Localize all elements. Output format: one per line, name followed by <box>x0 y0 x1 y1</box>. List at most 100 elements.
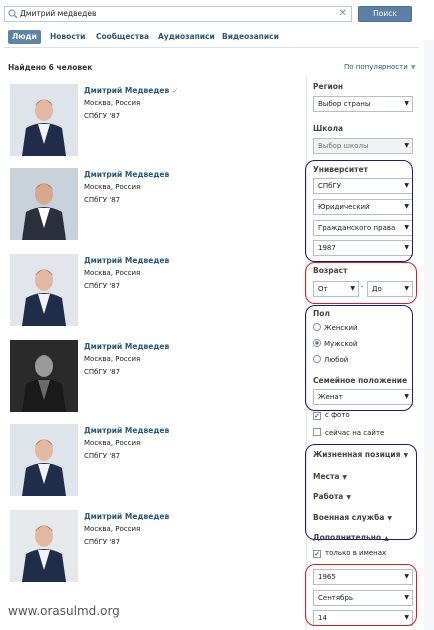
result-city: Москва, Россия <box>84 525 141 533</box>
age-from-select[interactable]: От ▼ <box>313 281 359 297</box>
radio-selected-icon <box>313 339 321 347</box>
triangle-down-icon: ▼ <box>387 515 393 522</box>
result-city: Москва, Россия <box>84 439 141 447</box>
result-university: СПбГУ '87 <box>84 538 121 546</box>
profile-photo[interactable] <box>10 168 78 240</box>
result-name: Дмитрий Медведев <box>84 86 170 95</box>
graduation-year-select[interactable]: 1987 ▼ <box>313 240 413 256</box>
chevron-down-icon: ▼ <box>404 614 409 621</box>
chair-select[interactable]: Гражданского права ▼ <box>313 220 413 236</box>
work-toggle[interactable]: Работа ▼ <box>313 492 351 501</box>
names-only-checkbox[interactable]: ✓ только в именах <box>313 549 386 558</box>
result-item[interactable]: Дмитрий Медведев Москва, Россия СПбГУ '87 <box>10 510 300 582</box>
result-name: Дмитрий Медведев <box>84 256 170 265</box>
faculty-value: Юридический <box>318 203 370 211</box>
sex-radio-male[interactable]: Мужской <box>313 339 357 348</box>
page-edge <box>424 40 434 630</box>
search-input[interactable]: Дмитрий медведев ✕ <box>4 6 352 22</box>
chevron-down-icon: ▼ <box>404 393 409 400</box>
birth-year-select[interactable]: 1965 ▼ <box>313 569 413 585</box>
radio-icon <box>313 323 321 331</box>
region-value: Выбор страны <box>318 100 371 108</box>
result-item[interactable]: Дмитрий Медведев Москва, Россия СПбГУ '87 <box>10 424 300 496</box>
chevron-down-icon: ▼ <box>404 285 409 292</box>
online-now-checkbox[interactable]: сейчас на сайте <box>313 428 384 437</box>
marital-label: Семейное положение <box>313 376 408 385</box>
result-name: Дмитрий Медведев <box>84 426 170 435</box>
expand-label: Места <box>313 472 340 481</box>
age-dash: - <box>361 283 364 291</box>
tab-video[interactable]: Видеозаписи <box>222 30 279 44</box>
sex-radio-any[interactable]: Любой <box>313 355 348 364</box>
military-toggle[interactable]: Военная служба ▼ <box>313 513 392 522</box>
radio-icon <box>313 355 321 363</box>
school-select[interactable]: Выбор школы ▼ <box>313 138 413 154</box>
checkbox-label: с фото <box>325 411 350 419</box>
result-item[interactable]: Дмитрий Медведев ✓ Москва, Россия СПбГУ '87 <box>10 84 300 156</box>
profile-photo[interactable] <box>10 254 78 326</box>
tab-news[interactable]: Новости <box>50 30 85 44</box>
result-university: СПбГУ '87 <box>84 112 121 120</box>
tab-people[interactable]: Люди <box>8 30 41 44</box>
result-name-link[interactable]: Дмитрий Медведев <box>84 426 169 435</box>
places-toggle[interactable]: Места ▼ <box>313 472 347 481</box>
faculty-select[interactable]: Юридический ▼ <box>313 199 413 215</box>
with-photo-checkbox[interactable]: ✓ с фото <box>313 411 350 420</box>
birth-day-value: 14 <box>318 614 327 622</box>
profile-photo[interactable] <box>10 510 78 582</box>
chevron-down-icon: ▼ <box>404 224 409 231</box>
checkbox-label: сейчас на сайте <box>325 429 385 437</box>
result-name: Дмитрий Медведев <box>84 512 170 521</box>
triangle-down-icon: ▼ <box>346 494 351 501</box>
profile-photo[interactable] <box>10 84 78 156</box>
age-to-value: До <box>372 285 382 293</box>
region-select[interactable]: Выбор страны ▼ <box>313 96 413 112</box>
result-city: Москва, Россия <box>84 183 141 191</box>
university-select[interactable]: СПбГУ ▼ <box>313 178 413 194</box>
result-item[interactable]: Дмитрий Медведев Москва, Россия СПбГУ '87 <box>10 340 300 412</box>
sex-label: Пол <box>313 309 330 318</box>
tab-communities[interactable]: Сообщества <box>96 30 149 44</box>
clear-search-icon[interactable]: ✕ <box>339 8 347 19</box>
result-university: СПбГУ '87 <box>84 282 121 290</box>
result-name: Дмитрий Медведев <box>84 170 170 179</box>
result-name-link[interactable]: Дмитрий Медведев <box>84 170 169 179</box>
result-university: СПбГУ '87 <box>84 368 121 376</box>
column-divider <box>306 76 307 630</box>
watermark: www.orasulmd.org <box>8 604 120 618</box>
checkbox-icon: ✓ <box>313 412 321 420</box>
profile-photo[interactable] <box>10 340 78 412</box>
chevron-down-icon: ▼ <box>404 203 409 210</box>
sort-label: По популярности <box>344 63 408 71</box>
result-item[interactable]: Дмитрий Медведев Москва, Россия СПбГУ '87 <box>10 168 300 240</box>
result-name-link[interactable]: Дмитрий Медведев <box>84 256 169 265</box>
checkbox-label: только в именах <box>325 549 387 557</box>
radio-label: Мужской <box>324 340 358 348</box>
triangle-up-icon: ▲ <box>384 535 389 542</box>
search-query: Дмитрий медведев <box>20 9 97 18</box>
search-icon <box>8 9 18 19</box>
birth-year-value: 1965 <box>318 573 336 581</box>
checkbox-icon: ✓ <box>313 550 321 558</box>
marital-select[interactable]: Женат ▼ <box>313 389 413 405</box>
checkbox-icon <box>313 428 321 436</box>
sort-dropdown[interactable]: По популярности ▼ <box>344 63 415 71</box>
sex-radio-female[interactable]: Женский <box>313 323 358 332</box>
result-name-link[interactable]: Дмитрий Медведев ✓ <box>84 86 179 95</box>
region-label: Регион <box>313 82 344 91</box>
result-name-link[interactable]: Дмитрий Медведев <box>84 342 169 351</box>
tab-audio[interactable]: Аудиозаписи <box>158 30 215 44</box>
search-button[interactable]: Поиск <box>358 6 412 22</box>
life-position-toggle[interactable]: Жизненная позиция ▼ <box>313 450 408 459</box>
result-item[interactable]: Дмитрий Медведев Москва, Россия СПбГУ '87 <box>10 254 300 326</box>
birth-month-select[interactable]: Сентябрь ▼ <box>313 590 413 606</box>
chevron-down-icon: ▼ <box>404 573 409 580</box>
additional-toggle[interactable]: Дополнительно ▲ <box>313 533 389 542</box>
university-label: Университет <box>313 165 368 174</box>
profile-photo[interactable] <box>10 424 78 496</box>
chair-value: Гражданского права <box>318 224 396 232</box>
age-to-select[interactable]: До ▼ <box>367 281 413 297</box>
result-name-link[interactable]: Дмитрий Медведев <box>84 512 169 521</box>
birth-day-select[interactable]: 14 ▼ <box>313 610 413 626</box>
chevron-down-icon: ▼ <box>404 594 409 601</box>
